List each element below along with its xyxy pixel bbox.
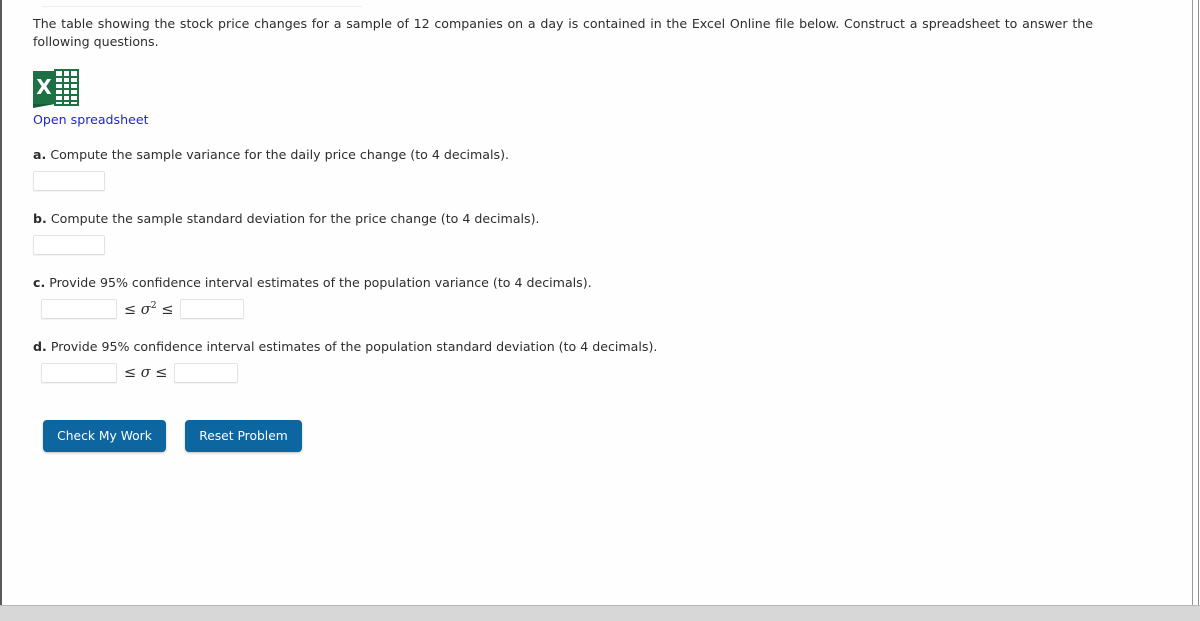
question-b-label: b. — [33, 211, 47, 226]
excel-icon-grid — [54, 69, 79, 106]
problem-body: The table showing the stock price change… — [33, 15, 1108, 452]
right-edge-border — [1198, 0, 1199, 605]
question-b-text: Compute the sample standard deviation fo… — [50, 211, 540, 226]
question-c-relation: ≤ σ2 ≤ — [117, 300, 180, 318]
answer-input-d-lower[interactable] — [41, 363, 117, 383]
horizontal-scrollbar[interactable] — [0, 605, 1200, 621]
button-row: Check My Work Reset Problem — [43, 420, 1108, 452]
problem-intro-text: The table showing the stock price change… — [33, 16, 1093, 49]
relation-c-right: ≤ — [161, 301, 174, 318]
answer-input-c-lower[interactable] — [41, 299, 117, 319]
excel-icon-fold — [33, 104, 55, 108]
open-spreadsheet-link[interactable]: Open spreadsheet — [33, 112, 149, 127]
question-b-answer-row — [33, 235, 1108, 255]
relation-c-left: ≤ — [124, 301, 137, 318]
answer-input-d-upper[interactable] — [174, 363, 239, 383]
question-b: b. Compute the sample standard deviation… — [33, 211, 1108, 226]
relation-c-exponent: 2 — [150, 300, 157, 312]
question-d-label: d. — [33, 339, 47, 354]
relation-c-sigma: σ — [140, 301, 151, 318]
question-d-answer-row: ≤ σ ≤ — [41, 363, 1108, 383]
question-c-answer-row: ≤ σ2 ≤ — [41, 299, 1108, 319]
question-c: c. Provide 95% confidence interval estim… — [33, 275, 1108, 290]
answer-input-a[interactable] — [33, 171, 105, 191]
question-d: d. Provide 95% confidence interval estim… — [33, 339, 1108, 354]
reset-problem-button[interactable]: Reset Problem — [185, 420, 302, 452]
question-d-relation: ≤ σ ≤ — [117, 365, 174, 381]
spreadsheet-link-block[interactable]: X Open spreadsheet — [33, 69, 1108, 127]
answer-input-c-upper[interactable] — [180, 299, 245, 319]
question-a-text: Compute the sample variance for the dail… — [50, 147, 509, 162]
question-a-label: a. — [33, 147, 47, 162]
check-my-work-button[interactable]: Check My Work — [43, 420, 166, 452]
question-c-label: c. — [33, 275, 46, 290]
relation-d-right: ≤ — [155, 365, 168, 381]
top-divider — [42, 6, 362, 7]
question-a-answer-row — [33, 171, 1108, 191]
question-c-text: Provide 95% confidence interval estimate… — [49, 275, 592, 290]
answer-input-b[interactable] — [33, 235, 105, 255]
excel-icon-letter: X — [36, 75, 52, 99]
relation-d-sigma: σ — [140, 365, 151, 381]
question-a: a. Compute the sample variance for the d… — [33, 147, 1108, 162]
excel-file-icon[interactable]: X — [33, 69, 79, 108]
question-d-text: Provide 95% confidence interval estimate… — [50, 339, 658, 354]
content-pane: The table showing the stock price change… — [0, 0, 1193, 605]
relation-d-left: ≤ — [124, 365, 137, 381]
application-frame: The table showing the stock price change… — [0, 0, 1200, 621]
